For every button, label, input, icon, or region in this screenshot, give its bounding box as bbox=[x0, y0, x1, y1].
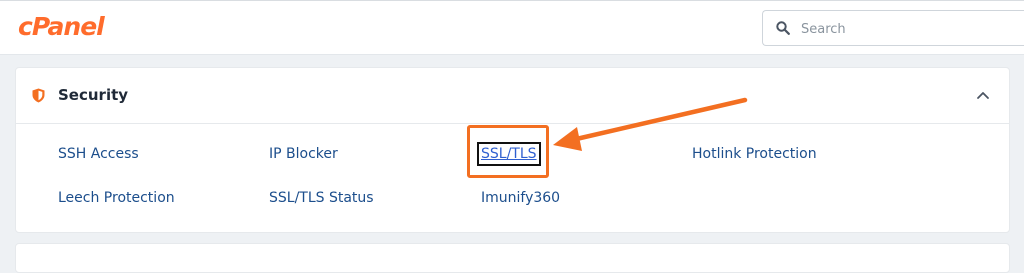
cpanel-logo[interactable]: cPanel bbox=[18, 12, 105, 41]
top-bar: cPanel bbox=[0, 0, 1024, 55]
ssl-tls-status-link[interactable]: SSL/TLS Status bbox=[269, 190, 374, 206]
panel-title: Security bbox=[58, 86, 129, 104]
annotation-highlight-box bbox=[467, 125, 549, 178]
leech-protection-link[interactable]: Leech Protection bbox=[58, 190, 175, 206]
ssh-access-link[interactable]: SSH Access bbox=[58, 146, 139, 162]
ip-blocker-link[interactable]: IP Blocker bbox=[269, 146, 338, 162]
search-input[interactable] bbox=[799, 17, 1023, 41]
next-panel bbox=[15, 243, 1010, 273]
chevron-up-icon[interactable] bbox=[975, 88, 991, 102]
security-panel-header[interactable]: Security bbox=[16, 68, 1009, 124]
shield-icon bbox=[32, 88, 45, 103]
imunify360-link[interactable]: Imunify360 bbox=[481, 190, 560, 206]
search-box[interactable] bbox=[762, 10, 1024, 46]
search-icon bbox=[776, 21, 790, 35]
hotlink-protection-link[interactable]: Hotlink Protection bbox=[692, 146, 817, 162]
